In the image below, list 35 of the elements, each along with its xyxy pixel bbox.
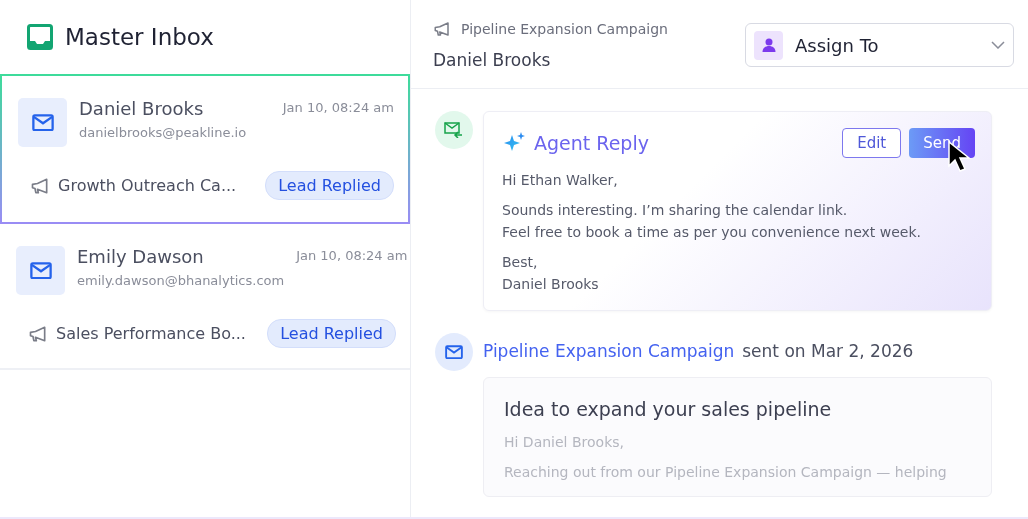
email-body-line: Reaching out from our Pipeline Expansion Campaign — helping [504, 464, 948, 480]
conversation-item[interactable]: Daniel Brooks danielbrooks@peakline.io Jan 10, 08:24 am Growth Outreach Ca... Lead Replied [0, 74, 410, 224]
contact-email: emily.dawson@bhanalytics.com [77, 273, 285, 288]
megaphone-icon [433, 20, 451, 38]
campaign-name: Pipeline Expansion Campaign [461, 21, 668, 37]
agent-reply-title: Agent Reply [534, 132, 649, 154]
edit-button[interactable]: Edit [842, 128, 902, 158]
email-subject: Idea to expand your sales pipeline [504, 398, 833, 420]
inbox-title: Master Inbox [65, 24, 214, 50]
mail-icon [31, 113, 54, 132]
contact-name: Daniel Brooks [79, 98, 205, 119]
inbox-icon [27, 24, 53, 50]
mail-icon [29, 261, 52, 280]
timestamp: Jan 10, 08:24 am [296, 248, 408, 263]
mail-icon [445, 344, 463, 360]
reply-text-line: Best, [502, 254, 539, 270]
reply-text-line: Feel free to book a time as per you convenience next week. [502, 224, 923, 240]
campaign-name: Sales Performance Bo... [56, 324, 246, 343]
status-badge: Lead Replied [267, 319, 396, 348]
status-badge: Lead Replied [265, 171, 394, 200]
reply-text-line: Daniel Brooks [502, 276, 600, 292]
email-body-line: Hi Daniel Brooks, [504, 434, 625, 450]
contact-name: Daniel Brooks [433, 50, 552, 70]
assign-dropdown[interactable]: Assign To [745, 23, 1014, 67]
person-icon [754, 30, 783, 60]
reply-mail-icon [435, 111, 473, 149]
timestamp: Jan 10, 08:24 am [282, 100, 394, 115]
reply-text-line: Hi Ethan Walker, [502, 172, 619, 188]
reply-text-line: Sounds interesting. I’m sharing the calendar link. [502, 202, 849, 218]
campaign-link[interactable]: Pipeline Expansion Campaign [483, 341, 735, 361]
campaign-name: Growth Outreach Ca... [58, 176, 237, 195]
chevron-down-icon [991, 41, 1005, 49]
sent-date-text: sent on Mar 2, 2026 [742, 341, 914, 361]
contact-name: Emily Dawson [77, 246, 205, 267]
contact-email: danielbrooks@peakline.io [79, 125, 248, 140]
